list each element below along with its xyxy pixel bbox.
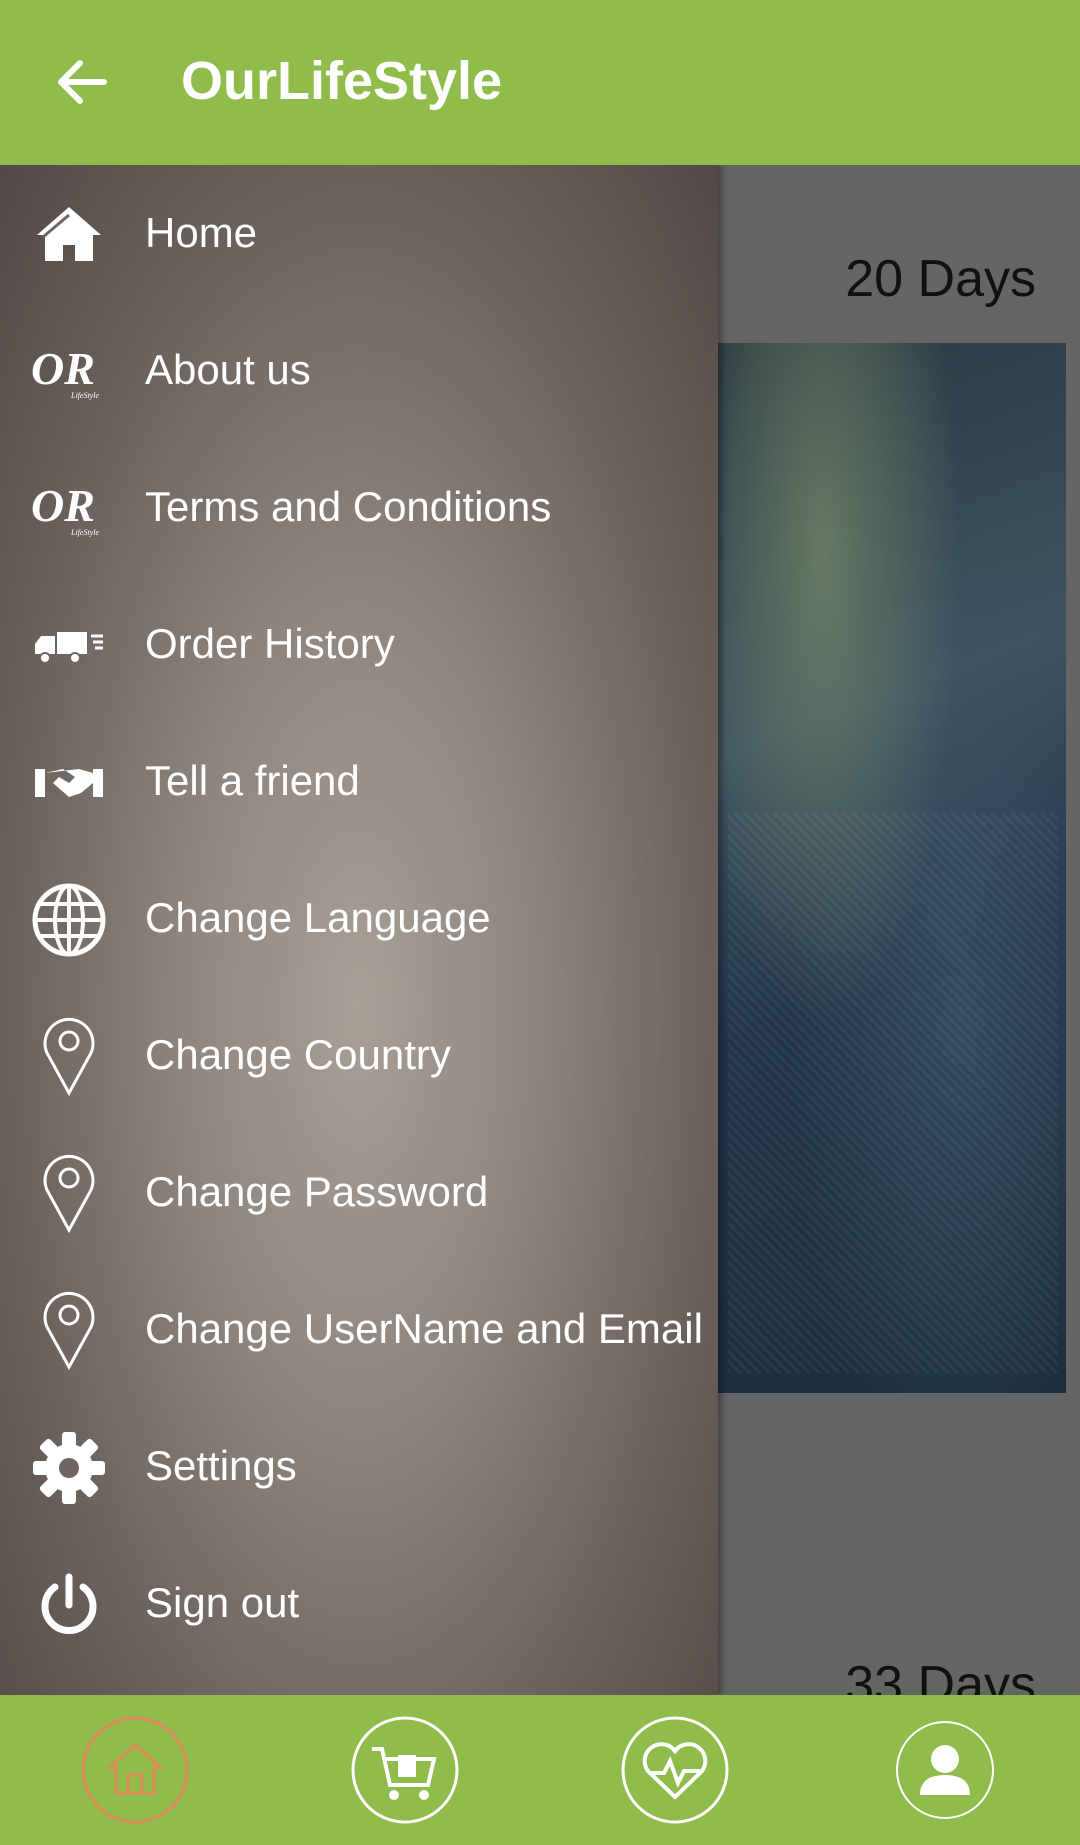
nav-profile-button[interactable] xyxy=(890,1715,1000,1825)
menu-item-settings[interactable]: Settings xyxy=(0,1398,718,1535)
navigation-drawer: Home OR LifeStyle About us OR LifeStyle Te… xyxy=(0,165,718,1695)
shopping-cart-icon xyxy=(351,1716,459,1824)
svg-text:LifeStyle: LifeStyle xyxy=(70,391,99,400)
app-title: OurLifeStyle xyxy=(181,51,503,111)
location-pin-icon xyxy=(29,1154,109,1234)
menu-item-label: Tell a friend xyxy=(145,757,360,804)
menu-item-label: Order History xyxy=(145,620,395,667)
back-arrow-icon[interactable] xyxy=(50,50,114,114)
menu-item-label: About us xyxy=(145,346,311,393)
menu-item-label: Terms and Conditions xyxy=(145,483,552,530)
menu-item-about-us[interactable]: OR LifeStyle About us xyxy=(0,302,718,439)
power-icon xyxy=(29,1565,109,1645)
menu-item-home[interactable]: Home xyxy=(0,165,718,302)
delivery-truck-icon xyxy=(29,606,109,686)
days-counter: 20 Days xyxy=(845,250,1036,308)
handshake-icon xyxy=(29,743,109,823)
brand-logo-icon: OR LifeStyle xyxy=(29,469,109,549)
menu-item-tell-a-friend[interactable]: Tell a friend xyxy=(0,713,718,850)
location-pin-icon xyxy=(29,1017,109,1097)
menu-item-label: Change Country xyxy=(145,1031,451,1078)
menu-item-change-language[interactable]: Change Language xyxy=(0,850,718,987)
globe-icon xyxy=(29,880,109,960)
menu-item-terms[interactable]: OR LifeStyle Terms and Conditions xyxy=(0,439,718,576)
location-pin-icon xyxy=(29,1291,109,1371)
brand-logo-icon: OR LifeStyle xyxy=(29,332,109,412)
nav-home-button[interactable] xyxy=(80,1715,190,1825)
menu-item-label: Home xyxy=(145,209,258,256)
menu-item-change-country[interactable]: Change Country xyxy=(0,987,718,1124)
home-icon xyxy=(81,1716,189,1824)
menu-item-order-history[interactable]: Order History xyxy=(0,576,718,713)
menu-item-label: Settings xyxy=(145,1442,297,1489)
nav-cart-button[interactable] xyxy=(350,1715,460,1825)
menu-item-sign-out[interactable]: Sign out xyxy=(0,1535,718,1672)
menu-item-change-username-email[interactable]: Change UserName and Email xyxy=(0,1261,718,1398)
bottom-navigation xyxy=(0,1695,1080,1845)
program-image[interactable] xyxy=(718,343,1066,1393)
home-icon xyxy=(29,195,109,275)
app-bar: OurLifeStyle xyxy=(0,0,1080,165)
menu-item-label: Sign out xyxy=(145,1579,300,1626)
menu-item-label: Change UserName and Email xyxy=(145,1305,703,1352)
svg-text:LifeStyle: LifeStyle xyxy=(70,528,99,537)
gear-icon xyxy=(29,1428,109,1508)
nav-health-button[interactable] xyxy=(620,1715,730,1825)
heart-pulse-icon xyxy=(621,1716,729,1824)
user-profile-icon xyxy=(896,1721,994,1819)
menu-item-change-password[interactable]: Change Password xyxy=(0,1124,718,1261)
menu-item-label: Change Language xyxy=(145,894,491,941)
svg-text:OR: OR xyxy=(31,343,95,394)
svg-text:OR: OR xyxy=(31,480,95,531)
menu-item-label: Change Password xyxy=(145,1168,489,1215)
